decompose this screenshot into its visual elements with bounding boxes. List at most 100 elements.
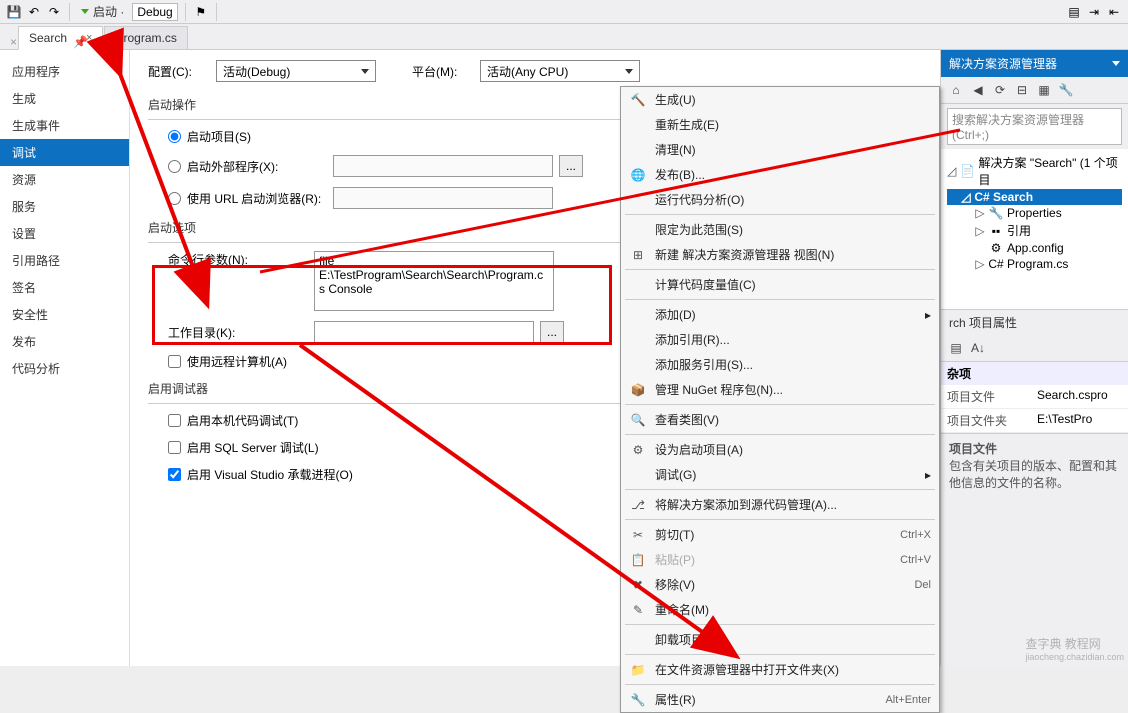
categorize-icon[interactable]: ▤	[947, 339, 965, 357]
nav-item-3[interactable]: 调试	[0, 139, 129, 166]
hosting-process-checkbox[interactable]	[168, 468, 181, 481]
start-button[interactable]: 启动 ·	[77, 1, 128, 22]
nav-item-2[interactable]: 生成事件	[0, 112, 129, 139]
ctx-label: 剪切(T)	[655, 526, 892, 543]
flag-icon[interactable]: ⚑	[193, 4, 209, 20]
start-label: 启动	[93, 3, 117, 20]
home-icon[interactable]: ⌂	[947, 81, 965, 99]
ctx-label: 添加引用(R)...	[655, 331, 931, 348]
ctx-label: 调试(G)	[655, 466, 917, 483]
tab-label: Program.cs	[115, 31, 176, 45]
ctx-item[interactable]: 🔍查看类图(V)	[621, 407, 939, 432]
nav-item-9[interactable]: 安全性	[0, 301, 129, 328]
ctx-label: 运行代码分析(O)	[655, 191, 931, 208]
ctx-item[interactable]: ✎重命名(M)	[621, 597, 939, 622]
nav-item-4[interactable]: 资源	[0, 166, 129, 193]
ctx-label: 查看类图(V)	[655, 411, 931, 428]
remote-computer-checkbox[interactable]	[168, 355, 181, 368]
nav-item-6[interactable]: 设置	[0, 220, 129, 247]
ctx-item[interactable]: ⚙设为启动项目(A)	[621, 437, 939, 462]
properties-icon[interactable]: 🔧	[1057, 81, 1075, 99]
ctx-item[interactable]: 计算代码度量值(C)	[621, 272, 939, 297]
collapse-icon[interactable]: ⊟	[1013, 81, 1031, 99]
tree-node-appconfig[interactable]: ⚙ App.config	[947, 240, 1122, 256]
cmdline-args-input[interactable]	[314, 251, 554, 311]
ctx-item[interactable]: 📁在文件资源管理器中打开文件夹(X)	[621, 657, 939, 682]
ctx-item[interactable]: ⊞新建 解决方案资源管理器 视图(N)	[621, 242, 939, 267]
nav-item-0[interactable]: 应用程序	[0, 58, 129, 85]
undo-icon[interactable]: ↶	[26, 4, 42, 20]
nav-item-10[interactable]: 发布	[0, 328, 129, 355]
config-label: 配置(C):	[148, 63, 208, 80]
browse-button[interactable]: ...	[540, 321, 564, 343]
solution-search-input[interactable]: 搜索解决方案资源管理器(Ctrl+;)	[947, 108, 1122, 145]
comment-icon[interactable]: ▤	[1066, 4, 1082, 20]
native-debug-checkbox[interactable]	[168, 414, 181, 427]
outdent-icon[interactable]: ⇤	[1106, 4, 1122, 20]
checkbox-label: 启用本机代码调试(T)	[187, 412, 298, 429]
radio-start-project[interactable]	[168, 130, 181, 143]
alpha-sort-icon[interactable]: A↓	[969, 339, 987, 357]
browser-url-input	[333, 187, 553, 209]
show-all-icon[interactable]: ▦	[1035, 81, 1053, 99]
submenu-arrow-icon: ▸	[925, 468, 931, 482]
sql-debug-checkbox[interactable]	[168, 441, 181, 454]
config-dropdown[interactable]: 活动(Debug)	[216, 60, 376, 82]
ctx-item[interactable]: 🔧属性(R)Alt+Enter	[621, 687, 939, 712]
save-icon[interactable]: 💾	[6, 4, 22, 20]
config-combo[interactable]: Debug	[132, 3, 177, 21]
workdir-label: 工作目录(K):	[168, 324, 308, 341]
blank-icon	[629, 277, 647, 293]
tab-program-cs[interactable]: Program.cs	[104, 26, 187, 49]
ctx-item[interactable]: 重新生成(E)	[621, 112, 939, 137]
ctx-item[interactable]: 🔨生成(U)	[621, 87, 939, 112]
pin-icon[interactable]: 📌	[73, 35, 80, 42]
document-tab-strip: × Search 📌 × Program.cs	[0, 24, 1128, 50]
ctx-item[interactable]: 📦管理 NuGet 程序包(N)...	[621, 377, 939, 402]
checkbox-label: 使用远程计算机(A)	[187, 353, 287, 370]
redo-icon[interactable]: ↷	[46, 4, 62, 20]
panel-title: 解决方案资源管理器	[949, 55, 1057, 72]
nav-item-8[interactable]: 签名	[0, 274, 129, 301]
nav-item-7[interactable]: 引用路径	[0, 247, 129, 274]
project-node[interactable]: ◿C# Search	[947, 189, 1122, 205]
radio-browser-url[interactable]	[168, 192, 181, 205]
ctx-item[interactable]: ✖移除(V)Del	[621, 572, 939, 597]
ctx-item[interactable]: 添加服务引用(S)...	[621, 352, 939, 377]
browse-button[interactable]: ...	[559, 155, 583, 177]
close-icon[interactable]: ×	[86, 32, 92, 44]
ctx-label: 新建 解决方案资源管理器 视图(N)	[655, 246, 931, 263]
indent-icon[interactable]: ⇥	[1086, 4, 1102, 20]
radio-external-program[interactable]	[168, 160, 181, 173]
tree-node-references[interactable]: ▷▪▪ 引用	[947, 221, 1122, 240]
property-category: 杂项	[941, 362, 1128, 385]
ctx-item[interactable]: ✂剪切(T)Ctrl+X	[621, 522, 939, 547]
ctx-item[interactable]: 添加(D)▸	[621, 302, 939, 327]
ctx-item[interactable]: 运行代码分析(O)	[621, 187, 939, 212]
workdir-input[interactable]	[314, 321, 534, 343]
tab-search-properties[interactable]: Search 📌 ×	[18, 26, 103, 50]
ctx-label: 移除(V)	[655, 576, 906, 593]
ctx-item[interactable]: 限定为此范围(S)	[621, 217, 939, 242]
rename-icon: ✎	[629, 602, 647, 618]
nav-item-1[interactable]: 生成	[0, 85, 129, 112]
ctx-item[interactable]: 调试(G) ▸	[621, 462, 939, 487]
tree-node-properties[interactable]: ▷🔧 Properties	[947, 205, 1122, 221]
platform-label: 平台(M):	[412, 63, 472, 80]
submenu-arrow-icon: ▸	[925, 308, 931, 322]
ctx-item[interactable]: 添加引用(R)...	[621, 327, 939, 352]
ctx-label: 发布(B)...	[655, 166, 931, 183]
ctx-item[interactable]: 清理(N)	[621, 137, 939, 162]
solution-root[interactable]: ◿📄 解决方案 "Search" (1 个项目	[947, 153, 1122, 189]
back-icon[interactable]: ◀	[969, 81, 987, 99]
chevron-down-icon[interactable]	[1112, 61, 1120, 66]
ctx-item[interactable]: ⎇将解决方案添加到源代码管理(A)...	[621, 492, 939, 517]
nav-item-11[interactable]: 代码分析	[0, 355, 129, 382]
refresh-icon[interactable]: ⟳	[991, 81, 1009, 99]
platform-dropdown[interactable]: 活动(Any CPU)	[480, 60, 640, 82]
tree-node-programcs[interactable]: ▷C# Program.cs	[947, 256, 1122, 272]
ctx-item[interactable]: 卸载项目(L)	[621, 627, 939, 652]
ctx-item[interactable]: 🌐发布(B)...	[621, 162, 939, 187]
ctx-label: 粘贴(P)	[655, 551, 892, 568]
nav-item-5[interactable]: 服务	[0, 193, 129, 220]
